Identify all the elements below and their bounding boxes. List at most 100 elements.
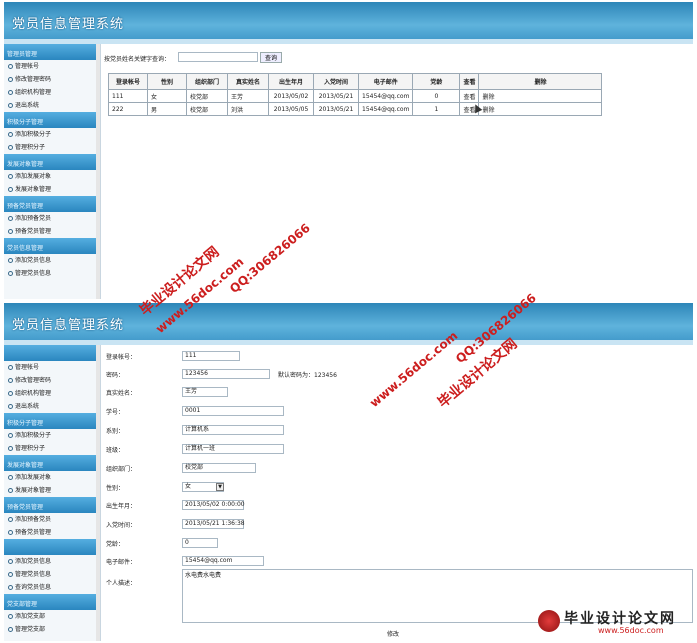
bullet-icon (8, 488, 13, 493)
table-cell: 女 (147, 89, 187, 103)
field-input[interactable]: 111 (182, 351, 240, 361)
field-input[interactable]: 计算机系 (182, 425, 284, 435)
sidebar-item-label: 组织机构管理 (15, 89, 52, 96)
sidebar-item[interactable]: 管理党员信息 (4, 267, 100, 280)
app-title-2: 党员信息管理系统 (12, 318, 125, 333)
sidebar-group-header[interactable] (4, 539, 100, 555)
sidebar-item-label: 添加党员信息 (15, 558, 52, 565)
column-header: 登录帐号 (108, 73, 148, 90)
chevron-down-icon[interactable]: ▼ (216, 483, 224, 491)
bullet-icon (8, 378, 13, 383)
sidebar-item-label: 预备党员管理 (15, 529, 52, 536)
sidebar-item[interactable]: 预备党员管理 (4, 526, 100, 539)
field-input[interactable]: 王芳 (182, 387, 228, 397)
sidebar-item[interactable]: 添加发展对象 (4, 170, 100, 183)
bullet-icon (8, 559, 13, 564)
table-cell: 刘洪 (227, 102, 269, 116)
field-label: 党龄： (106, 541, 125, 548)
sidebar-item-label: 添加发展对象 (15, 474, 52, 481)
table-cell: 校党部 (186, 89, 228, 103)
bullet-icon (8, 446, 13, 451)
sidebar-group-header[interactable]: 管理员管理 (4, 44, 100, 60)
sidebar-item[interactable]: 管理帐号 (4, 361, 100, 374)
sidebar-group-header[interactable]: 积极分子管理 (4, 413, 100, 429)
sidebar-group-header[interactable]: 党支部管理 (4, 594, 100, 610)
sidebar-item[interactable]: 组织机构管理 (4, 387, 100, 400)
table-cell: 王芳 (227, 89, 269, 103)
sidebar-item[interactable]: 管理积分子 (4, 442, 100, 455)
field-input[interactable]: 15454@qq.com (182, 556, 264, 566)
table-cell: 15454@qq.com (357, 102, 414, 116)
sidebar-item-label: 管理党支部 (15, 626, 46, 633)
sidebar-item[interactable]: 添加党支部 (4, 610, 100, 623)
sidebar-scrollbar[interactable] (96, 44, 100, 299)
table-cell: 2013/05/05 (268, 102, 314, 116)
search-input[interactable] (178, 52, 258, 62)
field-label: 性别： (106, 485, 125, 492)
sidebar-group-header[interactable]: 发展对象管理 (4, 455, 100, 471)
sidebar-group-header[interactable]: 党员信息管理 (4, 238, 100, 254)
sidebar-item-label: 添加积极分子 (15, 432, 52, 439)
search-button[interactable]: 查询 (260, 52, 282, 63)
field-input[interactable]: 计算机一班 (182, 444, 284, 454)
sidebar-item[interactable]: 添加积极分子 (4, 128, 100, 141)
sidebar-item[interactable]: 管理党员信息 (4, 568, 100, 581)
column-header: 组织部门 (186, 73, 228, 90)
sidebar-item[interactable]: 管理帐号 (4, 60, 100, 73)
sidebar-item[interactable]: 发展对象管理 (4, 484, 100, 497)
delete-link[interactable]: 删除 (478, 89, 603, 103)
bullet-icon (8, 391, 13, 396)
field-input[interactable]: 0001 (182, 406, 284, 416)
sidebar-group-header[interactable] (4, 345, 100, 361)
sidebar-item[interactable]: 添加党员信息 (4, 555, 100, 568)
sidebar-item[interactable]: 管理积分子 (4, 141, 100, 154)
field-label: 登录帐号： (106, 354, 137, 361)
sidebar-item[interactable]: 添加预备党员 (4, 212, 100, 225)
sidebar-item[interactable]: 查询党员信息 (4, 581, 100, 594)
sidebar-item[interactable]: 添加发展对象 (4, 471, 100, 484)
sidebar-item[interactable]: 添加预备党员 (4, 513, 100, 526)
sidebar-group-header[interactable]: 发展对象管理 (4, 154, 100, 170)
sidebar-item[interactable]: 管理党支部 (4, 623, 100, 636)
column-header: 入党时间 (313, 73, 359, 90)
submit-button[interactable]: 修改 (387, 629, 399, 638)
sidebar-item[interactable]: 退出系统 (4, 400, 100, 413)
bullet-icon (8, 271, 13, 276)
sidebar-group-header[interactable]: 预备党员管理 (4, 497, 100, 513)
sidebar-item[interactable]: 发展对象管理 (4, 183, 100, 196)
sidebar-item[interactable]: 修改管理密码 (4, 374, 100, 387)
bullet-icon (8, 365, 13, 370)
sidebar-item[interactable]: 组织机构管理 (4, 86, 100, 99)
field-label: 个人描述： (106, 580, 137, 587)
sidebar-item-label: 管理党员信息 (15, 270, 52, 277)
field-input[interactable]: 123456 (182, 369, 270, 379)
field-input[interactable]: 0 (182, 538, 218, 548)
sidebar-item[interactable]: 修改管理密码 (4, 73, 100, 86)
field-input[interactable]: 2013/05/02 0:00:00 (182, 500, 245, 510)
field-input[interactable]: 校党部 (182, 463, 256, 473)
column-header: 性别 (147, 73, 187, 90)
sidebar-item[interactable]: 退出系统 (4, 99, 100, 112)
delete-link[interactable]: 删除 (478, 102, 603, 116)
sidebar-item-label: 添加党支部 (15, 613, 46, 620)
sidebar-item-label: 退出系统 (15, 102, 40, 109)
sidebar-group-header[interactable]: 预备党员管理 (4, 196, 100, 212)
table-cell: 2013/05/02 (268, 89, 314, 103)
sidebar-item[interactable]: 添加党员信息 (4, 254, 100, 267)
view-link[interactable]: 查看 (459, 89, 480, 103)
field-label: 真实姓名： (106, 390, 137, 397)
field-label: 组织部门： (106, 466, 137, 473)
sidebar-scrollbar-2[interactable] (96, 345, 100, 641)
sidebar-item-label: 管理党员信息 (15, 571, 52, 578)
field-input[interactable]: 2013/05/21 1:36:38 (182, 519, 245, 529)
field-label: 出生年月： (106, 503, 137, 510)
sidebar-item[interactable]: 预备党员管理 (4, 225, 100, 238)
sidebar-group-header[interactable]: 积极分子管理 (4, 112, 100, 128)
bullet-icon (8, 475, 13, 480)
column-header: 查看 (459, 73, 480, 90)
sidebar-item[interactable]: 添加积极分子 (4, 429, 100, 442)
bullet-icon (8, 132, 13, 137)
sidebar-item-label: 添加预备党员 (15, 215, 52, 222)
brand-url: www.56doc.com (598, 626, 664, 635)
bullet-icon (8, 258, 13, 263)
